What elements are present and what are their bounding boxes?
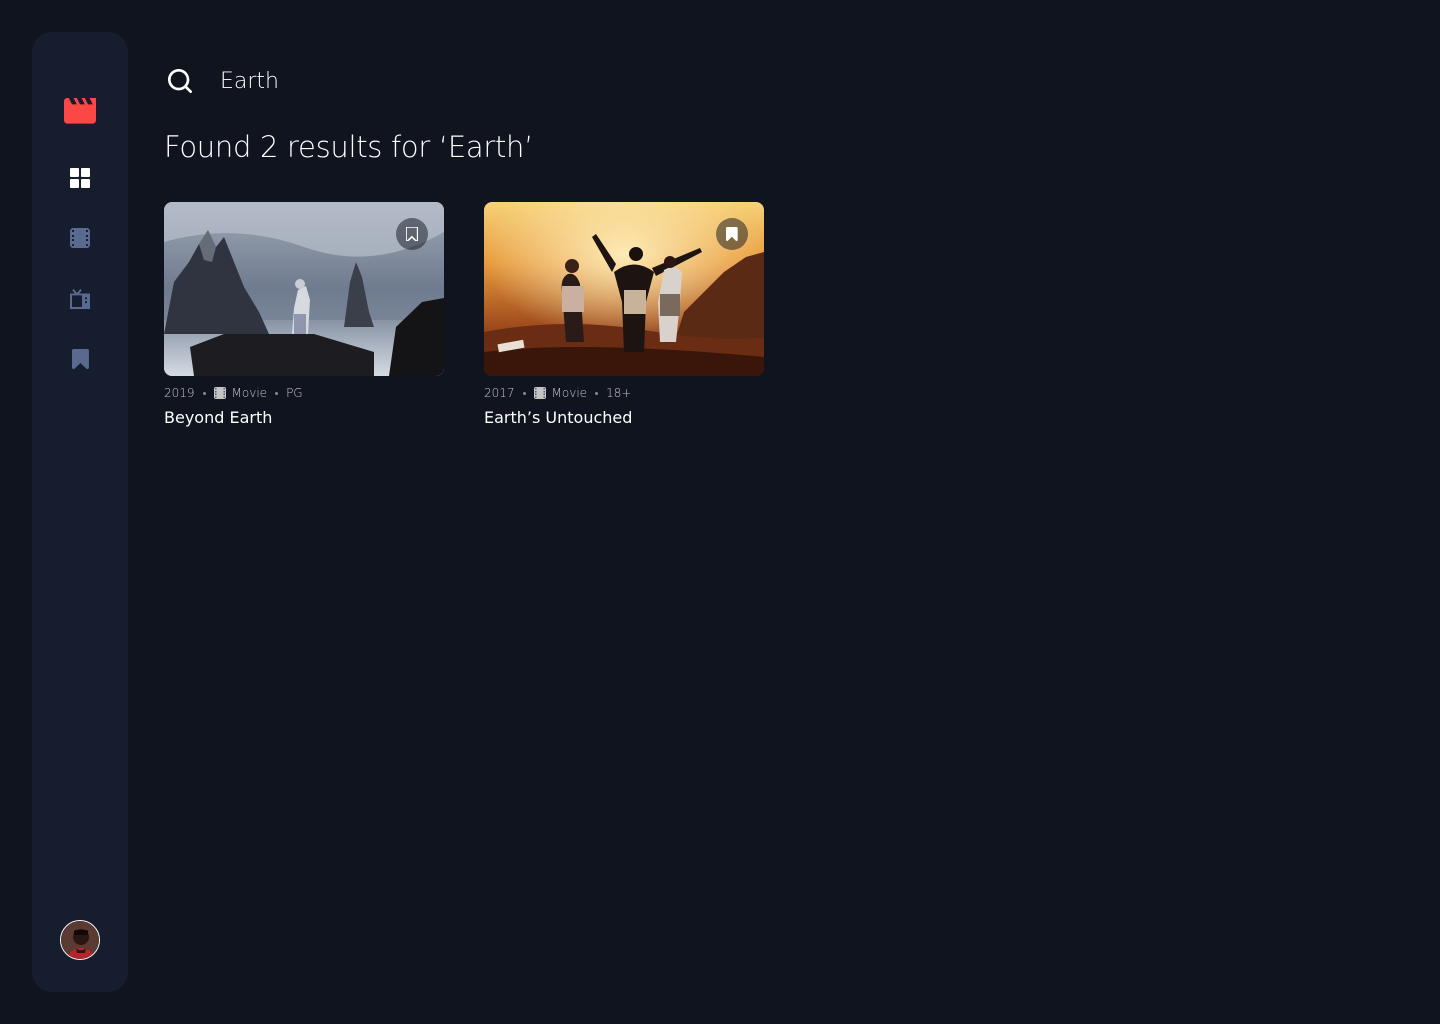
card-meta: 2017 Movie 18+	[484, 385, 764, 401]
film-icon	[213, 387, 226, 399]
movie-clapper-icon[interactable]	[64, 98, 96, 128]
card-title[interactable]: Beyond Earth	[164, 408, 444, 427]
search-icon	[164, 65, 196, 97]
nav-movies[interactable]	[32, 226, 128, 250]
search-input[interactable]	[220, 62, 1120, 100]
avatar[interactable]	[60, 920, 100, 960]
thumbnail[interactable]	[484, 202, 764, 376]
bookmark-empty-icon	[406, 227, 418, 241]
bookmark-full-icon	[726, 227, 738, 241]
separator-dot	[595, 391, 599, 395]
nav-tv-series[interactable]	[32, 287, 128, 311]
sidebar	[32, 32, 128, 992]
rating: 18+	[606, 386, 632, 400]
result-card[interactable]: 2019 Movie PG Beyond Earth	[164, 202, 444, 427]
film-icon	[533, 387, 546, 399]
category: Movie	[551, 386, 588, 400]
separator-dot	[275, 391, 279, 395]
separator-dot	[202, 391, 206, 395]
year: 2017	[484, 386, 515, 400]
separator-dot	[522, 391, 526, 395]
nav-home[interactable]	[32, 166, 128, 190]
card-title[interactable]: Earth’s Untouched	[484, 408, 764, 427]
rating: PG	[286, 386, 303, 400]
thumbnail[interactable]	[164, 202, 444, 376]
bookmark-button[interactable]	[396, 218, 428, 250]
result-card[interactable]: 2017 Movie 18+ Earth’s Untouched	[484, 202, 764, 427]
tv-icon	[70, 289, 90, 309]
bookmark-icon	[71, 349, 89, 369]
category: Movie	[231, 386, 268, 400]
grid-icon	[70, 168, 90, 188]
year: 2019	[164, 386, 195, 400]
card-meta: 2019 Movie PG	[164, 385, 444, 401]
bookmark-button[interactable]	[716, 218, 748, 250]
film-icon	[70, 228, 90, 248]
results-heading: Found 2 results for ‘Earth’	[164, 130, 534, 164]
nav-bookmarked[interactable]	[32, 347, 128, 371]
